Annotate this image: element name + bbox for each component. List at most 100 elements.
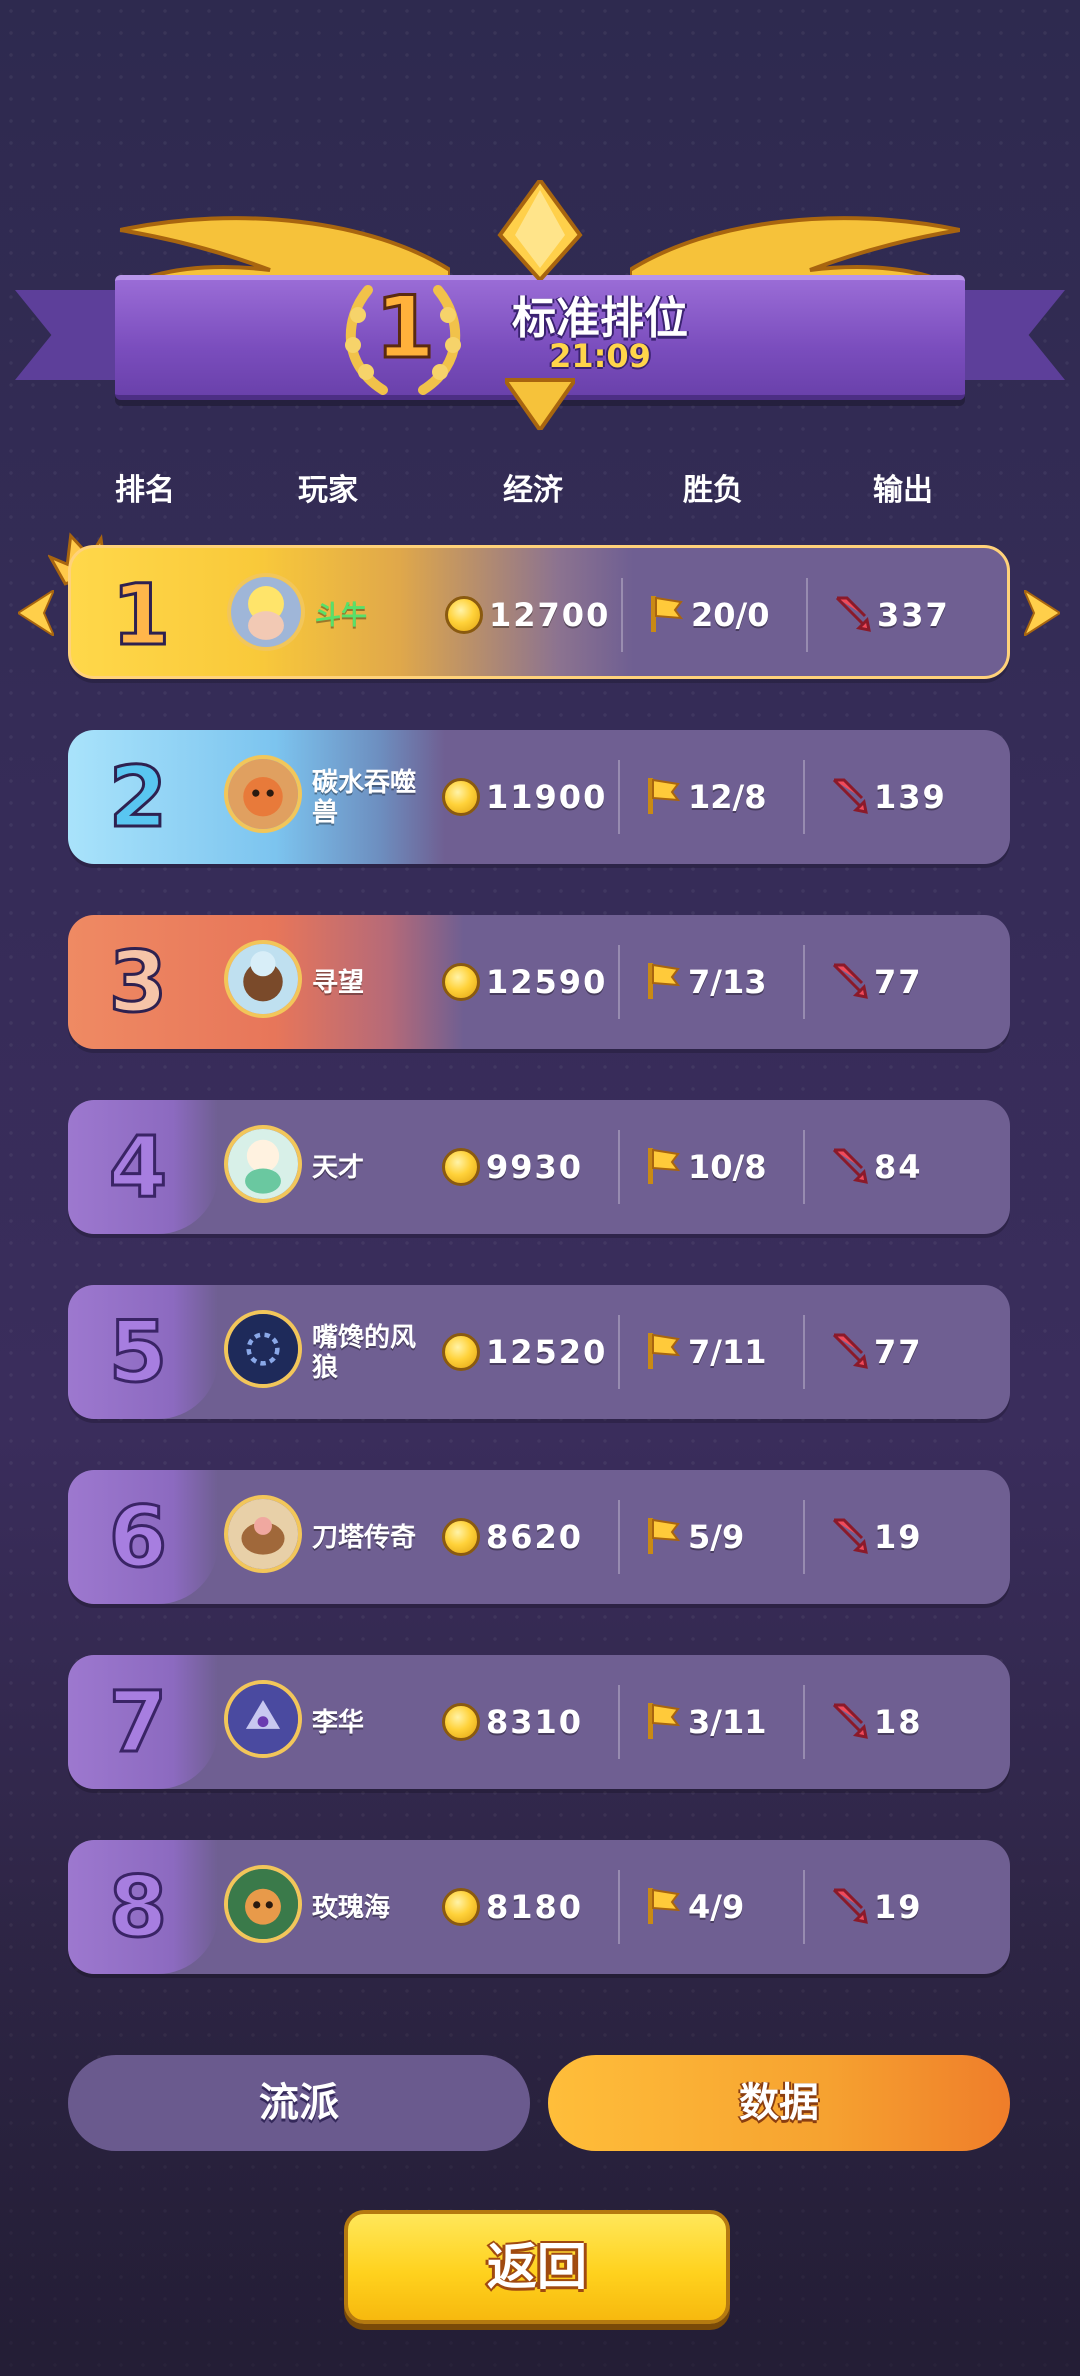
player-avatar[interactable] [224,940,302,1018]
player-avatar[interactable] [224,1310,302,1388]
sword-icon [835,596,871,632]
player-name: 斗牛 [315,601,368,631]
economy-value: 9930 [486,1148,584,1186]
player-avatar[interactable] [224,755,302,833]
rank-number: 7 [107,1672,168,1773]
player-rank-number: 1 [374,277,437,380]
economy-value: 12520 [486,1333,608,1371]
divider [618,1500,620,1574]
economy-value: 8620 [486,1518,584,1556]
rank-number: 1 [110,565,171,666]
sword-icon [832,778,868,814]
damage-value: 18 [874,1703,923,1741]
rank-number: 3 [107,932,168,1033]
ranking-row-4[interactable]: 4 天才 9930 10/8 84 [68,1100,1010,1234]
divider [618,1130,620,1204]
gem-top-icon [497,180,583,280]
ranking-row-5[interactable]: 5 嘴馋的风狼 12520 7/11 77 [68,1285,1010,1419]
damage-value: 19 [874,1888,923,1926]
sword-icon [832,1888,868,1924]
match-duration: 21:09 [549,337,651,375]
player-avatar[interactable] [224,1680,302,1758]
rank-number: 6 [107,1487,168,1588]
flag-icon [648,1888,680,1924]
flag-icon [648,1148,680,1184]
gem-bottom-icon [505,378,575,430]
ranking-row-2[interactable]: 2 碳水吞噬兽 11900 12/8 139 [68,730,1010,864]
player-avatar[interactable] [224,1865,302,1943]
flag-icon [648,963,680,999]
economy-value: 8180 [486,1888,584,1926]
rank-number: 4 [107,1117,168,1218]
divider [803,945,805,1019]
back-button[interactable]: 返回 [344,2210,730,2324]
win-loss-value: 12/8 [688,778,767,816]
coin-icon [442,1703,480,1741]
ranking-row-3[interactable]: 3 寻望 12590 7/13 77 [68,915,1010,1049]
divider [618,1685,620,1759]
column-header-rank: 排名 [115,473,175,508]
economy-value: 12700 [489,596,611,634]
selected-arrow-left-icon [18,590,54,636]
column-header-player: 玩家 [298,473,358,508]
tab-style[interactable]: 流派 [68,2055,530,2151]
divider [618,945,620,1019]
coin-icon [442,1888,480,1926]
column-header-damage: 输出 [873,473,933,508]
player-name: 天才 [312,1153,365,1183]
damage-value: 139 [874,778,947,816]
divider [803,1870,805,1944]
player-avatar[interactable] [224,1495,302,1573]
header-banner: 1 标准排位 21:09 [0,170,1080,430]
ranking-row-7[interactable]: 7 李华 8310 3/11 18 [68,1655,1010,1789]
player-name: 刀塔传奇 [312,1523,417,1553]
damage-value: 84 [874,1148,923,1186]
win-loss-value: 5/9 [688,1518,745,1556]
damage-value: 77 [874,963,923,1001]
player-name: 嘴馋的风狼 [312,1323,417,1383]
win-loss-value: 10/8 [688,1148,767,1186]
selected-arrow-right-icon [1024,590,1060,636]
player-name: 碳水吞噬兽 [312,768,417,828]
column-header-win-loss: 胜负 [683,473,743,508]
rank-number: 5 [107,1302,168,1403]
coin-icon [445,596,483,634]
ranking-row-8[interactable]: 8 玫瑰海 8180 4/9 19 [68,1840,1010,1974]
player-name: 寻望 [312,968,365,998]
flag-icon [648,1333,680,1369]
divider [803,1500,805,1574]
divider [618,760,620,834]
rank-number: 2 [107,747,168,848]
divider [618,1870,620,1944]
player-avatar[interactable] [227,573,305,651]
ranking-row-6[interactable]: 6 刀塔传奇 8620 5/9 19 [68,1470,1010,1604]
win-loss-value: 20/0 [691,596,770,634]
win-loss-value: 7/11 [688,1333,767,1371]
player-name: 李华 [312,1708,365,1738]
divider [803,760,805,834]
coin-icon [442,1333,480,1371]
tab-data[interactable]: 数据 [548,2055,1010,2151]
flag-icon [648,1703,680,1739]
coin-icon [442,778,480,816]
win-loss-value: 3/11 [688,1703,767,1741]
rank-number: 8 [107,1857,168,1958]
economy-value: 12590 [486,963,608,1001]
divider [621,578,623,652]
player-avatar[interactable] [224,1125,302,1203]
flag-icon [648,1518,680,1554]
sword-icon [832,1518,868,1554]
coin-icon [442,1148,480,1186]
player-name: 玫瑰海 [312,1893,391,1923]
coin-icon [442,963,480,1001]
sword-icon [832,1703,868,1739]
sword-icon [832,963,868,999]
column-header-economy: 经济 [503,473,563,508]
damage-value: 19 [874,1518,923,1556]
divider [806,578,808,652]
sword-icon [832,1333,868,1369]
divider [618,1315,620,1389]
divider [803,1130,805,1204]
win-loss-value: 7/13 [688,963,767,1001]
ranking-row-1[interactable]: 1 斗牛 12700 20/0 337 [68,545,1010,679]
